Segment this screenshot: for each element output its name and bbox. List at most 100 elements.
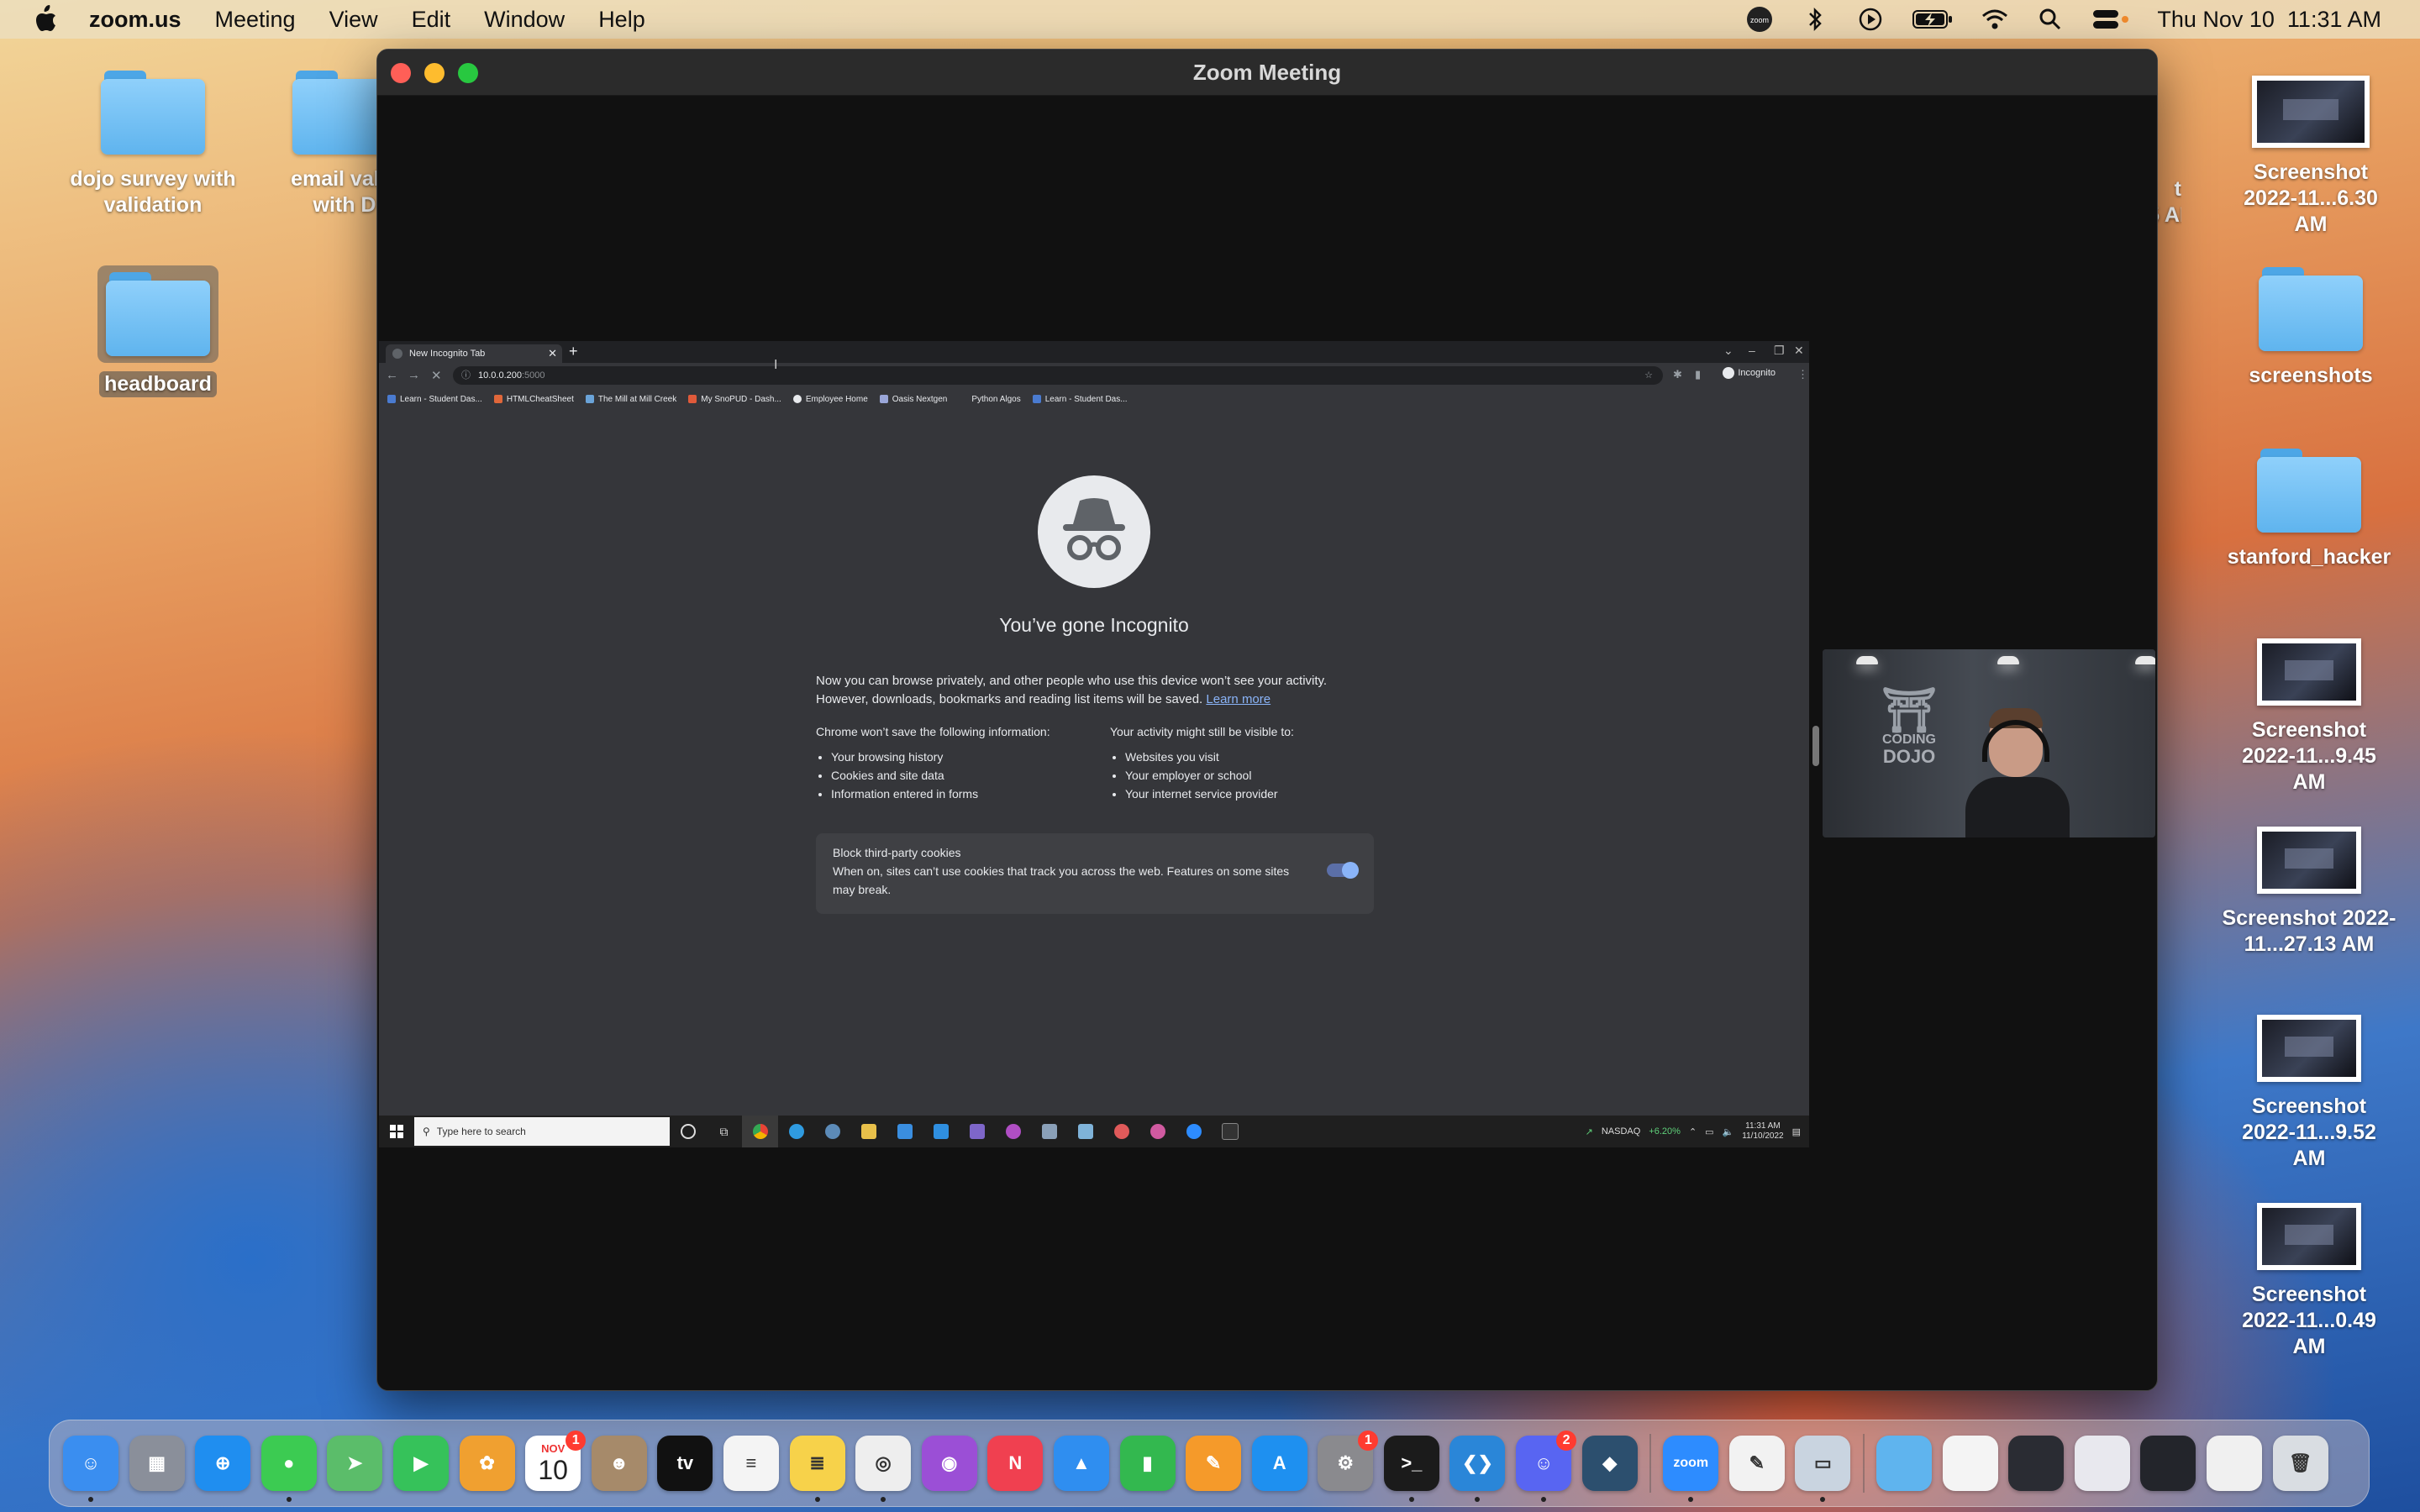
podcasts-icon[interactable]: ◉ [921, 1436, 977, 1491]
mysql-workbench-icon[interactable]: ◆ [1581, 1436, 1638, 1491]
desktop-screenshot-5[interactable]: Screenshot 2022-11...0.49 AM [2217, 1203, 2402, 1360]
video-panel-resize-handle[interactable] [1812, 726, 1819, 766]
zoom-title-bar[interactable]: Zoom Meeting [377, 50, 2157, 96]
close-tab-icon[interactable]: ✕ [548, 344, 557, 363]
photos-icon[interactable]: ✿ [459, 1436, 515, 1491]
downloads-folder-icon[interactable] [1876, 1436, 1933, 1491]
restore-icon[interactable]: ❐ [1774, 344, 1785, 358]
chrome-icon[interactable] [742, 1116, 778, 1147]
system-preferences-icon[interactable]: ⚙ 1 [1318, 1431, 1379, 1491]
trash-icon[interactable]: 🗑 [2272, 1436, 2328, 1491]
control-center-icon[interactable] [2091, 5, 2130, 34]
edge-icon[interactable] [778, 1116, 814, 1147]
desktop-folder-screenshots[interactable]: screenshots [2218, 267, 2403, 389]
bookmark-item[interactable]: Learn - Student Das... [387, 395, 482, 404]
menubar-clock[interactable]: Thu Nov 10 11:31 AM [2157, 7, 2381, 33]
forward-icon[interactable]: → [408, 368, 420, 382]
bookmark-item[interactable]: Learn - Student Das... [1032, 395, 1128, 404]
bookmark-star-icon[interactable]: ☆ [1644, 366, 1653, 385]
windows-start-icon[interactable] [379, 1116, 414, 1147]
extensions-icon[interactable]: ✱ [1673, 368, 1682, 381]
desktop-screenshot-4[interactable]: Screenshot 2022-11...9.52 AM [2217, 1015, 2402, 1172]
desktop-folder-stanford-hacker[interactable]: stanford_hacker [2217, 449, 2402, 570]
volume-icon[interactable]: 🔈 [1723, 1126, 1734, 1137]
preview-icon[interactable]: ▭ [1795, 1436, 1851, 1502]
apple-menu-icon[interactable] [30, 4, 60, 34]
mail-icon[interactable] [886, 1116, 923, 1147]
desktop-screenshot-2[interactable]: Screenshot 2022-11...9.45 AM [2217, 638, 2402, 795]
wifi-icon[interactable] [1981, 5, 2009, 34]
learn-more-link[interactable]: Learn more [1206, 692, 1270, 706]
pages-icon[interactable]: ✎ [1186, 1436, 1242, 1491]
recent-doc-icon[interactable] [2207, 1436, 2262, 1491]
zoom-icon[interactable]: zoom [1663, 1436, 1719, 1502]
facetime-icon[interactable]: ▶ [392, 1436, 449, 1491]
steam-icon[interactable] [814, 1116, 850, 1147]
discord-icon[interactable]: ☺ 2 [1516, 1431, 1577, 1502]
reminders-icon[interactable]: ≡ [723, 1436, 779, 1491]
safari-icon[interactable]: ⊕ [195, 1436, 251, 1491]
windows-search-box[interactable]: ⚲ Type here to search [414, 1117, 670, 1146]
bookmark-item[interactable]: HTMLCheatSheet [493, 395, 574, 404]
app-menu-zoom[interactable]: zoom.us [89, 7, 182, 33]
cortana-icon[interactable] [670, 1116, 706, 1147]
menu-help[interactable]: Help [598, 7, 645, 33]
stop-loading-icon[interactable]: ✕ [431, 368, 442, 383]
contacts-icon[interactable]: ☻ [591, 1436, 647, 1491]
participant-video[interactable]: ⛩ CODING DOJO [1823, 649, 2155, 837]
bookmark-item[interactable]: My SnoPUD - Dash... [688, 395, 781, 404]
app-icon[interactable] [995, 1116, 1031, 1147]
new-tab-button[interactable]: + [569, 343, 578, 360]
maps-icon[interactable]: ➤ [327, 1436, 383, 1491]
side-panel-icon[interactable]: ▮ [1695, 368, 1701, 381]
messages-icon[interactable]: ● [260, 1436, 317, 1502]
menu-edit[interactable]: Edit [412, 7, 451, 33]
visual-studio-icon[interactable] [959, 1116, 995, 1147]
incognito-profile-chip[interactable]: Incognito [1723, 367, 1776, 379]
bookmark-item[interactable]: The Mill at Mill Creek [585, 395, 676, 404]
battery-icon[interactable] [1912, 5, 1954, 34]
play-icon[interactable] [1856, 5, 1885, 34]
back-icon[interactable]: ← [386, 368, 398, 382]
zoom-status-icon[interactable]: zoom [1745, 5, 1774, 34]
address-bar[interactable]: ⓘ 10.0.0.200:5000 ☆ [453, 366, 1663, 385]
finder-icon[interactable]: ☺ [63, 1436, 118, 1502]
notes-icon[interactable]: ≣ [789, 1436, 845, 1502]
menu-window[interactable]: Window [484, 7, 565, 33]
bookmark-item[interactable]: Employee Home [792, 395, 868, 404]
textedit-icon[interactable]: ✎ [1728, 1436, 1785, 1491]
chrome-menu-icon[interactable]: ⋮ [1797, 368, 1808, 381]
calendar-icon[interactable]: NOV 10 1 [525, 1431, 587, 1491]
minimize-icon[interactable]: – [1749, 344, 1755, 357]
block-cookies-toggle[interactable] [1327, 862, 1359, 879]
bookmark-item[interactable]: Oasis Nextgen [879, 395, 947, 404]
keynote-icon[interactable]: ▲ [1053, 1436, 1109, 1491]
spotlight-search-icon[interactable] [2036, 5, 2065, 34]
task-view-icon[interactable]: ⧉ [706, 1116, 742, 1147]
recent-doc-icon[interactable] [2140, 1436, 2196, 1491]
recent-doc-icon[interactable] [1942, 1436, 1998, 1491]
recent-doc-icon[interactable] [2074, 1436, 2130, 1491]
notifications-icon[interactable]: ▤ [1792, 1126, 1801, 1137]
desktop-folder-headboard[interactable]: headboard [66, 265, 250, 397]
chrome-profile-2-icon[interactable] [1139, 1116, 1176, 1147]
menu-view[interactable]: View [329, 7, 378, 33]
notepad-icon[interactable] [1067, 1116, 1103, 1147]
desktop-folder-dojo-survey[interactable]: dojo survey with validation [60, 71, 245, 218]
terminal-icon[interactable]: >_ [1383, 1436, 1439, 1502]
tab-search-icon[interactable]: ⌄ [1723, 344, 1733, 358]
apple-tv-icon[interactable]: tv [657, 1436, 713, 1491]
chrome-tab[interactable]: New Incognito Tab ✕ [386, 344, 562, 363]
network-icon[interactable]: ▭ [1705, 1126, 1713, 1137]
desktop-screenshot-1[interactable]: Screenshot 2022-11...6.30 AM [2218, 76, 2403, 238]
show-hidden-icons-icon[interactable]: ⌃ [1689, 1126, 1697, 1137]
chrome-icon[interactable]: ◎ [855, 1436, 912, 1502]
bluetooth-icon[interactable] [1801, 5, 1829, 34]
vscode-icon[interactable] [923, 1116, 959, 1147]
desktop-screenshot-3[interactable]: Screenshot 2022-11...27.13 AM [2217, 827, 2402, 958]
close-icon[interactable]: ✕ [1794, 344, 1804, 358]
taskbar-clock[interactable]: 11:31 AM 11/10/2022 [1742, 1121, 1783, 1142]
app-store-icon[interactable]: A [1251, 1436, 1307, 1491]
calculator-icon[interactable] [1031, 1116, 1067, 1147]
terminal-icon[interactable] [1212, 1116, 1248, 1147]
